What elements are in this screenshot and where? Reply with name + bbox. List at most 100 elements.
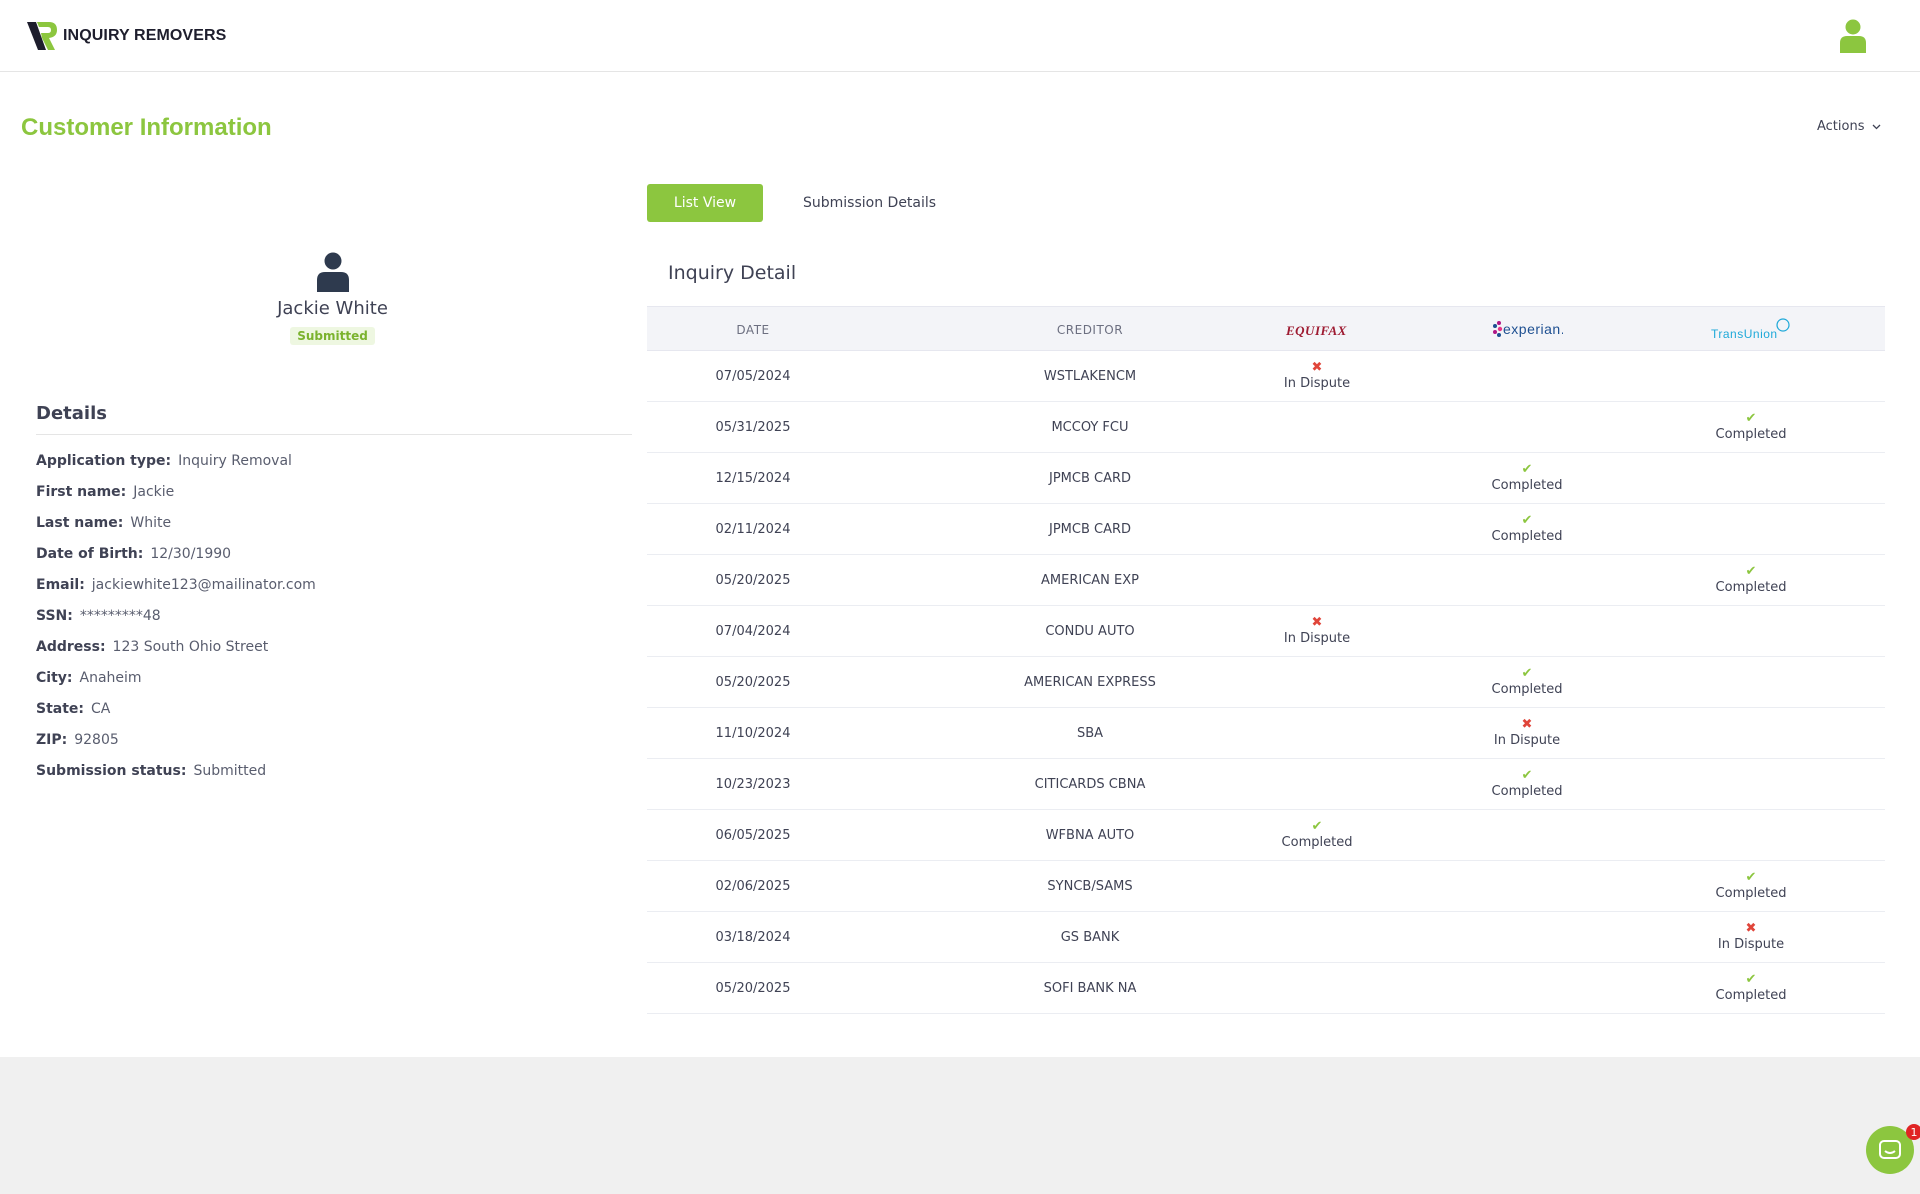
inquiry-detail-title: Inquiry Detail — [668, 262, 797, 284]
detail-label: Submission status: — [36, 762, 187, 779]
detail-row: Submission status: Submitted — [36, 755, 632, 786]
status-text: In Dispute — [1283, 631, 1351, 646]
detail-value: CA — [91, 700, 111, 717]
date-cell: 02/06/2025 — [715, 878, 791, 894]
date-cell: 05/20/2025 — [715, 674, 791, 690]
table-header: DATE CREDITOR EQUIFAX experian. TransUni… — [647, 306, 1885, 351]
creditor-cell: JPMCB CARD — [1048, 470, 1132, 486]
status-text: Completed — [1491, 682, 1563, 697]
creditor-cell: AMERICAN EXP — [1041, 572, 1139, 588]
brand-logo-icon — [27, 22, 57, 50]
detail-value: Jackie — [133, 483, 175, 500]
experian-status-cell: ✔ Completed — [1447, 504, 1607, 554]
status-text: Completed — [1491, 529, 1563, 544]
experian-status-cell: ✔ Completed — [1447, 657, 1607, 707]
creditor-cell: SYNCB/SAMS — [1047, 878, 1133, 894]
experian-status-cell: ✔ Completed — [1447, 759, 1607, 809]
x-icon: ✖ — [1311, 360, 1323, 375]
user-account-icon[interactable] — [1838, 19, 1868, 53]
creditor-cell: CITICARDS CBNA — [1034, 776, 1146, 792]
detail-row: City: Anaheim — [36, 662, 632, 693]
status-text: Completed — [1715, 580, 1787, 595]
column-header-equifax: EQUIFAX — [1237, 307, 1397, 352]
date-cell: 07/04/2024 — [715, 623, 791, 639]
detail-value: Inquiry Removal — [178, 452, 292, 469]
date-cell: 05/20/2025 — [715, 980, 791, 996]
experian-status-cell: ✔ Completed — [1447, 453, 1607, 503]
x-icon: ✖ — [1745, 921, 1757, 936]
detail-value: 92805 — [74, 731, 119, 748]
table-row: 10/23/2023 CITICARDS CBNA ✔ Completed — [647, 759, 1885, 810]
creditor-cell: CONDU AUTO — [1045, 623, 1135, 639]
actions-dropdown[interactable]: Actions — [1817, 119, 1881, 134]
actions-label: Actions — [1817, 119, 1865, 134]
date-cell: 10/23/2023 — [715, 776, 791, 792]
transunion-status-cell: ✔ Completed — [1671, 555, 1831, 605]
detail-label: City: — [36, 669, 73, 686]
main-content: Customer Information Actions Jackie Whit… — [0, 72, 1920, 1057]
date-cell: 05/31/2025 — [715, 419, 791, 435]
svg-text:EQUIFAX: EQUIFAX — [1285, 323, 1347, 337]
table-row: 07/04/2024 CONDU AUTO ✖ In Dispute — [647, 606, 1885, 657]
top-bar: INQUIRY REMOVERS — [0, 0, 1920, 72]
equifax-status-cell: ✔ Completed — [1237, 810, 1397, 860]
x-icon: ✖ — [1311, 615, 1323, 630]
status-text: Completed — [1715, 427, 1787, 442]
transunion-status-cell: ✔ Completed — [1671, 861, 1831, 911]
date-cell: 03/18/2024 — [715, 929, 791, 945]
status-text: Completed — [1715, 886, 1787, 901]
detail-row: ZIP: 92805 — [36, 724, 632, 755]
detail-label: Last name: — [36, 514, 124, 531]
tab-list-view[interactable]: List View — [647, 184, 763, 222]
detail-row: SSN: *********48 — [36, 600, 632, 631]
detail-row: State: CA — [36, 693, 632, 724]
date-cell: 06/05/2025 — [715, 827, 791, 843]
check-icon: ✔ — [1745, 870, 1757, 885]
date-cell: 05/20/2025 — [715, 572, 791, 588]
brand-logo[interactable]: INQUIRY REMOVERS — [27, 19, 226, 53]
detail-label: Address: — [36, 638, 106, 655]
check-icon: ✔ — [1745, 411, 1757, 426]
transunion-status-cell: ✔ Completed — [1671, 402, 1831, 452]
detail-label: Date of Birth: — [36, 545, 144, 562]
detail-value: *********48 — [79, 607, 161, 624]
date-cell: 07/05/2024 — [715, 368, 791, 384]
table-row: 12/15/2024 JPMCB CARD ✔ Completed — [647, 453, 1885, 504]
status-text: Completed — [1281, 835, 1353, 850]
detail-label: State: — [36, 700, 85, 717]
transunion-logo: TransUnion — [1711, 317, 1790, 341]
column-header-experian: experian. — [1447, 307, 1607, 352]
page-title: Customer Information — [21, 114, 272, 141]
transunion-status-cell: ✖ In Dispute — [1671, 912, 1831, 962]
experian-logo: experian. — [1493, 320, 1563, 337]
status-text: In Dispute — [1493, 733, 1561, 748]
svg-text:TransUnion: TransUnion — [1711, 327, 1778, 341]
check-icon: ✔ — [1521, 768, 1533, 783]
creditor-cell: AMERICAN EXPRESS — [1024, 674, 1156, 690]
check-icon: ✔ — [1745, 972, 1757, 987]
detail-row: First name: Jackie — [36, 476, 632, 507]
date-cell: 12/15/2024 — [715, 470, 791, 486]
experian-status-cell: ✖ In Dispute — [1447, 708, 1607, 758]
chevron-down-icon — [1872, 124, 1880, 129]
inquiry-table: DATE CREDITOR EQUIFAX experian. TransUni… — [647, 306, 1885, 1014]
creditor-cell: WFBNA AUTO — [1045, 827, 1135, 843]
svg-text:experian.: experian. — [1503, 321, 1563, 337]
tab-submission-details[interactable]: Submission Details — [803, 195, 936, 211]
profile-name: Jackie White — [277, 298, 388, 319]
creditor-cell: GS BANK — [1060, 929, 1120, 945]
table-row: 05/20/2025 AMERICAN EXPRESS ✔ Completed — [647, 657, 1885, 708]
creditor-cell: MCCOY FCU — [1051, 419, 1129, 435]
detail-label: Application type: — [36, 452, 172, 469]
date-cell: 11/10/2024 — [715, 725, 791, 741]
detail-label: ZIP: — [36, 731, 68, 748]
status-badge: Submitted — [290, 327, 375, 345]
detail-value: 123 South Ohio Street — [112, 638, 269, 655]
table-row: 03/18/2024 GS BANK ✖ In Dispute — [647, 912, 1885, 963]
avatar-icon — [316, 252, 349, 292]
equifax-status-cell: ✖ In Dispute — [1237, 351, 1397, 401]
date-cell: 02/11/2024 — [715, 521, 791, 537]
check-icon: ✔ — [1311, 819, 1323, 834]
table-row: 05/20/2025 AMERICAN EXP ✔ Completed — [647, 555, 1885, 606]
detail-row: Application type: Inquiry Removal — [36, 445, 632, 476]
